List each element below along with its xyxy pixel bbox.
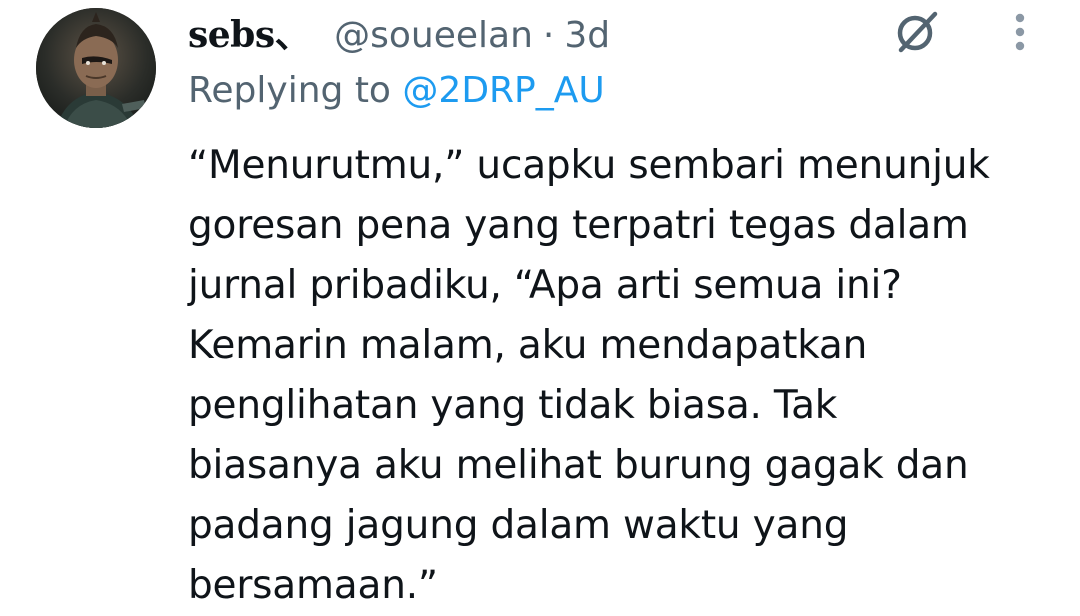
tweet-text-line: padang jagung dalam waktu yang <box>188 503 849 548</box>
more-vertical-icon <box>1015 13 1025 51</box>
tweet-text-line: penglihatan yang tidak biasa. Tak <box>188 383 838 428</box>
tweet-timestamp[interactable]: 3d <box>564 15 610 56</box>
tweet-text: “Menurutmu,” ucapku sembari menunjuk gor… <box>188 136 1058 616</box>
tweet-text-line: biasanya aku melihat burung gagak dan <box>188 443 969 488</box>
replying-to-label: Replying to <box>188 70 391 111</box>
tweet[interactable]: sebs、 @soueelan · 3d Replying to @2DRP_A… <box>0 0 1080 608</box>
author-handle[interactable]: @soueelan <box>334 15 533 56</box>
tweet-text-line: goresan pena yang terpatri tegas dalam <box>188 203 969 248</box>
tweet-header: sebs、 @soueelan · 3d <box>188 6 610 58</box>
reply-to-handle-link[interactable]: @2DRP_AU <box>402 70 604 111</box>
avatar[interactable] <box>36 8 156 128</box>
author-display-name[interactable]: sebs、 <box>188 6 311 58</box>
tweet-text-line: Kemarin malam, aku mendapatkan <box>188 323 868 368</box>
more-options-button[interactable] <box>1000 6 1040 58</box>
tweet-text-line: “Menurutmu,” ucapku sembari menunjuk <box>188 143 990 188</box>
replying-to: Replying to @2DRP_AU <box>188 70 605 111</box>
separator-dot: · <box>542 15 555 56</box>
tweet-text-line: jurnal pribadiku, “Apa arti semua ini? <box>188 263 902 308</box>
grok-icon <box>897 11 938 53</box>
avatar-image <box>36 8 156 128</box>
tweet-text-line: bersamaan.” <box>188 563 438 608</box>
grok-button[interactable] <box>888 6 946 58</box>
